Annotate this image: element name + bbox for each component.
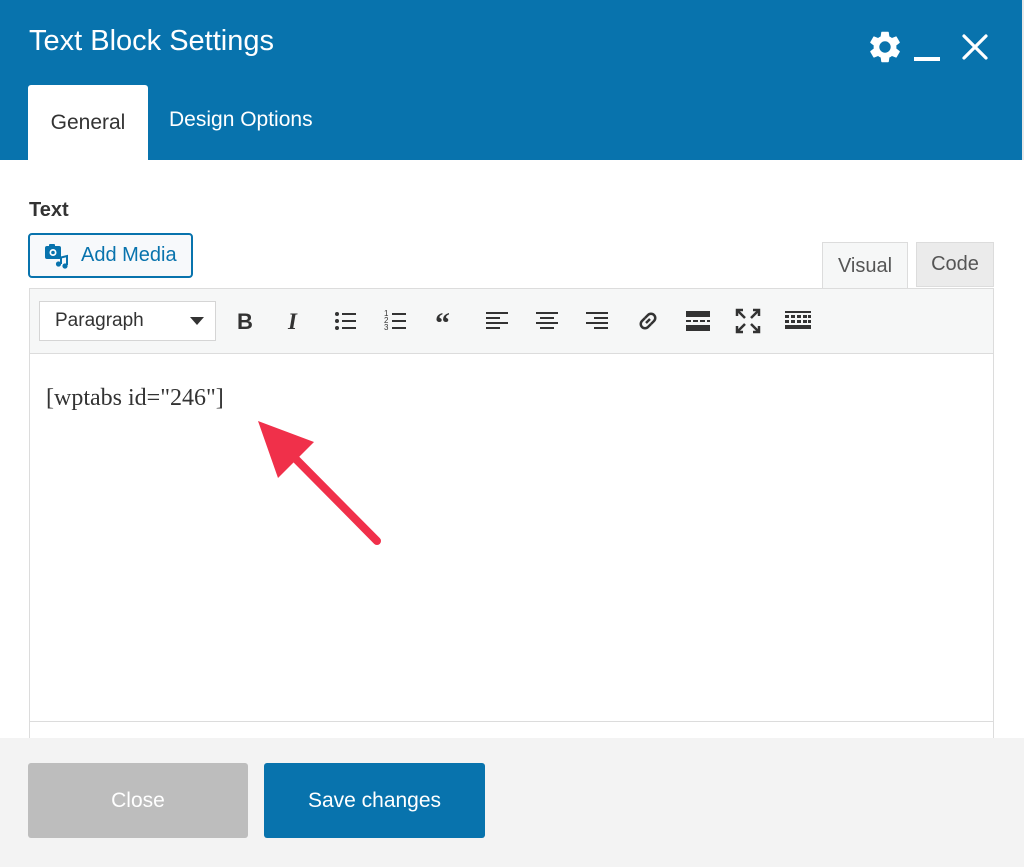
fullscreen-icon[interactable]: [734, 307, 762, 335]
italic-icon[interactable]: I: [280, 307, 308, 335]
editor-toolbar: Paragraph B I 1 2 3 “: [30, 289, 993, 354]
toolbar-toggle-icon[interactable]: [784, 307, 812, 335]
svg-text:B: B: [237, 309, 253, 334]
align-left-icon[interactable]: [483, 307, 511, 335]
svg-text:3: 3: [384, 323, 389, 332]
bullet-list-icon[interactable]: [332, 307, 360, 335]
read-more-icon[interactable]: [684, 307, 712, 335]
svg-text:I: I: [287, 309, 298, 334]
tab-design-options[interactable]: Design Options: [169, 108, 313, 132]
tab-code[interactable]: Code: [916, 242, 994, 287]
chevron-down-icon: [190, 317, 204, 325]
text-section-label: Text: [29, 199, 69, 221]
format-select-value: Paragraph: [55, 310, 144, 331]
align-right-icon[interactable]: [583, 307, 611, 335]
tab-visual[interactable]: Visual: [822, 242, 908, 290]
close-icon[interactable]: [960, 32, 990, 62]
minimize-icon[interactable]: [914, 57, 940, 61]
svg-text:“: “: [435, 307, 450, 335]
save-changes-button[interactable]: Save changes: [264, 763, 485, 838]
numbered-list-icon[interactable]: 1 2 3: [382, 307, 410, 335]
modal-footer: Close Save changes: [0, 738, 1024, 867]
modal-title: Text Block Settings: [29, 25, 274, 57]
modal-header: Text Block Settings General Design Optio…: [0, 0, 1024, 161]
align-center-icon[interactable]: [533, 307, 561, 335]
close-button[interactable]: Close: [28, 763, 248, 838]
add-media-label: Add Media: [81, 244, 177, 266]
add-media-button[interactable]: Add Media: [28, 233, 193, 278]
editor-statusbar: [30, 721, 993, 738]
format-select[interactable]: Paragraph: [39, 301, 216, 341]
link-icon[interactable]: [634, 307, 662, 335]
tab-general[interactable]: General: [28, 85, 148, 161]
bold-icon[interactable]: B: [230, 307, 258, 335]
editor-content[interactable]: [wptabs id="246"]: [46, 385, 224, 412]
text-editor: Paragraph B I 1 2 3 “ [wptabs id="246"]: [29, 288, 994, 738]
gear-icon[interactable]: [866, 28, 904, 66]
add-media-icon: [45, 243, 68, 269]
blockquote-icon[interactable]: “: [433, 307, 461, 335]
annotation-arrow: [258, 421, 381, 545]
